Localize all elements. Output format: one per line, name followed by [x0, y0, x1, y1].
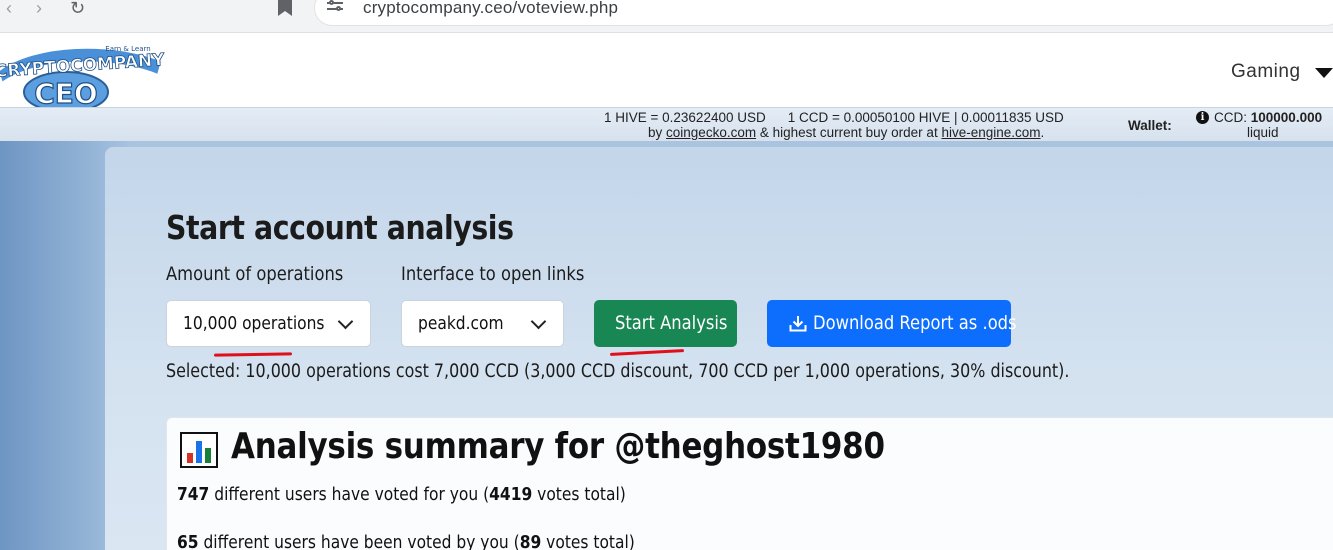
wallet-label: Wallet: [1128, 118, 1172, 133]
interface-select[interactable]: peakd.com [401, 300, 564, 347]
reload-icon[interactable]: ↻ [70, 0, 85, 20]
logo-text-bottom: CEO [34, 77, 97, 110]
download-icon [789, 316, 807, 332]
votes-given-count: 89 [519, 532, 542, 550]
source-middle: & highest current buy order at [759, 125, 938, 140]
start-analysis-label: Start Analysis [615, 312, 728, 334]
operations-select-value: 10,000 operations [183, 313, 325, 334]
voters-summary: 747 different users have voted for you (… [177, 484, 626, 505]
votes-given-suffix: votes total) [546, 532, 635, 550]
voters-count: 747 [177, 484, 210, 505]
url-text[interactable]: cryptocompany.ceo/voteview.php [363, 0, 618, 18]
voted-summary: 65 different users have been voted by yo… [177, 532, 635, 550]
rate-bar: 1 HIVE = 0.23622400 USD 1 CCD = 0.0005010… [0, 107, 1333, 141]
ccd-label: CCD: [1214, 110, 1247, 125]
votes-received-suffix: votes total) [537, 484, 626, 505]
rate-source: by coingecko.com & highest current buy o… [648, 125, 1044, 140]
bar-chart-icon [180, 432, 218, 468]
chevron-down-icon [337, 313, 354, 330]
back-icon[interactable]: ‹ [6, 0, 12, 20]
download-report-label: Download Report as .ods [813, 312, 1017, 334]
operations-select[interactable]: 10,000 operations [166, 300, 371, 347]
voters-text: different users have voted for you ( [214, 484, 490, 505]
site-logo[interactable]: CRYPTOCOMPANY CEO Earn & Learn [0, 35, 169, 115]
votes-received-count: 4419 [489, 484, 533, 505]
info-icon[interactable]: i [1196, 111, 1209, 124]
address-bar[interactable]: cryptocompany.ceo/voteview.php [314, 0, 1333, 26]
hive-usd-rate: 1 HIVE = 0.23622400 USD [604, 110, 766, 125]
operations-label: Amount of operations [166, 263, 344, 285]
coingecko-link[interactable]: coingecko.com [666, 125, 756, 140]
caret-down-icon[interactable] [1315, 68, 1333, 78]
page-title: Start account analysis [166, 208, 514, 247]
interface-label: Interface to open links [401, 263, 585, 285]
ccd-balance: CCD: 100000.000 [1214, 110, 1322, 125]
voted-text: different users have been voted by you ( [203, 532, 520, 550]
source-prefix: by [648, 125, 663, 140]
logo-tagline: Earn & Learn [105, 45, 150, 53]
chevron-down-icon [530, 313, 547, 330]
browser-toolbar: ‹ › ↻ cryptocompany.ceo/voteview.php [0, 0, 1333, 33]
liquid-label: liquid [1247, 125, 1279, 140]
rate-line: 1 HIVE = 0.23622400 USD 1 CCD = 0.0005010… [604, 110, 1064, 125]
forward-icon[interactable]: › [36, 0, 42, 20]
start-analysis-button[interactable]: Start Analysis [594, 300, 737, 347]
bookmark-icon[interactable] [278, 0, 292, 16]
site-header: CRYPTOCOMPANY CEO Earn & Learn Gaming [0, 33, 1333, 113]
interface-select-value: peakd.com [418, 313, 504, 334]
hive-engine-link[interactable]: hive-engine.com [941, 125, 1040, 140]
summary-title: Analysis summary for @theghost1980 [231, 426, 885, 467]
ccd-amount: 100000.000 [1250, 110, 1323, 125]
voted-users-count: 65 [177, 532, 199, 550]
site-settings-icon[interactable] [327, 0, 343, 13]
selected-cost-text: Selected: 10,000 operations cost 7,000 C… [166, 361, 1070, 382]
download-report-button[interactable]: Download Report as .ods [767, 300, 1017, 347]
source-suffix: . [1040, 125, 1045, 140]
nav-gaming[interactable]: Gaming [1231, 61, 1301, 83]
ccd-rate: 1 CCD = 0.00050100 HIVE | 0.00011835 USD [787, 110, 1064, 125]
